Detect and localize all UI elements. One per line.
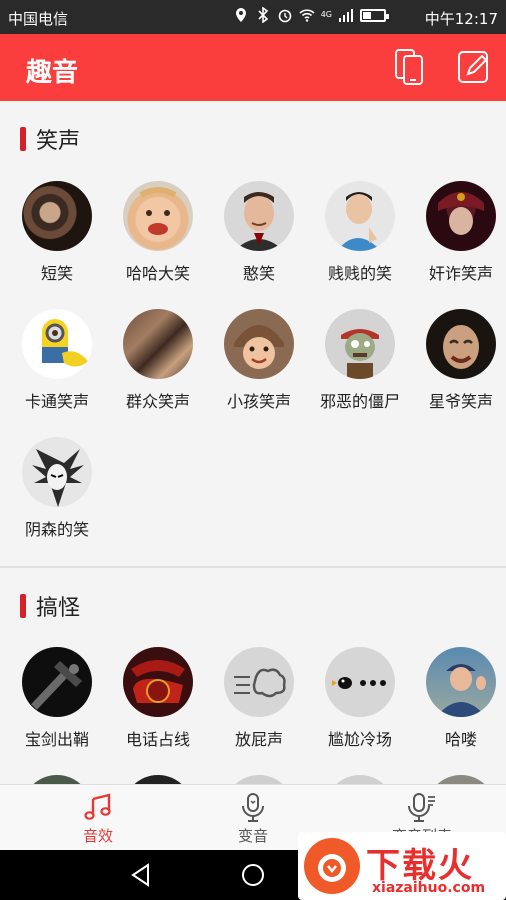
sound-item-evil-zombie[interactable]: 邪恶的僵尸 xyxy=(312,309,408,412)
sound-item-label: 奸诈笑声 xyxy=(428,264,493,283)
sound-item-label: 邪恶的僵尸 xyxy=(319,392,400,411)
sound-item-partial[interactable] xyxy=(413,775,506,784)
sound-item-label: 宝剑出鞘 xyxy=(24,730,89,749)
partial-avatar xyxy=(325,775,395,784)
sound-item-partial[interactable] xyxy=(211,775,307,784)
sound-item-cartoon-laugh[interactable]: 卡通笑声 xyxy=(9,309,105,412)
villain-avatar xyxy=(426,181,496,251)
sound-item-hearty-laugh[interactable]: 哈哈大笑 xyxy=(110,181,206,284)
sound-item-label: 星爷笑声 xyxy=(428,392,493,411)
sound-item-partial[interactable] xyxy=(312,775,408,784)
sound-item-label: 卡通笑声 xyxy=(24,392,89,411)
sound-item-partial[interactable] xyxy=(9,775,105,784)
sound-item-fart[interactable]: 放屁声 xyxy=(211,647,307,750)
sound-item-label: 哈喽 xyxy=(444,730,477,749)
app-bar: 趣音 xyxy=(0,34,506,101)
bluetooth-icon xyxy=(258,7,268,23)
waving-man-avatar xyxy=(426,647,496,717)
sound-item-crowd-laugh[interactable]: 群众笑声 xyxy=(110,309,206,412)
alarm-icon xyxy=(278,9,292,23)
sound-item-label: 哈哈大笑 xyxy=(125,264,190,283)
sound-item-label: 群众笑声 xyxy=(125,392,190,411)
edit-button[interactable] xyxy=(456,48,492,86)
rotary-phone-avatar xyxy=(123,647,193,717)
stephen-chow-avatar xyxy=(426,309,496,379)
sound-item-awkward-silence[interactable]: 尴尬冷场 xyxy=(312,647,408,750)
sound-item-cheeky-laugh[interactable]: 贱贱的笑 xyxy=(312,181,408,284)
partial-avatar xyxy=(224,775,294,784)
sound-item-partial[interactable] xyxy=(110,775,206,784)
partial-avatar xyxy=(426,775,496,784)
sound-item-label: 尴尬冷场 xyxy=(327,730,392,749)
crow-dots-avatar xyxy=(325,647,395,717)
location-icon xyxy=(235,8,246,22)
minion-avatar xyxy=(22,309,92,379)
sound-item-label: 短笑 xyxy=(40,264,73,283)
sound-item-label: 小孩笑声 xyxy=(226,392,291,411)
watermark-url: xiazaihuo.com xyxy=(372,880,486,896)
carrier-label: 中国电信 xyxy=(8,10,69,28)
laughing-baby-avatar xyxy=(123,181,193,251)
section-title: 搞怪 xyxy=(36,596,81,621)
devices-icon xyxy=(395,49,423,85)
sound-item-kid-laugh[interactable]: 小孩笑声 xyxy=(211,309,307,412)
fart-cloud-avatar xyxy=(224,647,294,717)
network-type-label: 4G xyxy=(320,10,332,19)
sound-item-label: 贱贱的笑 xyxy=(327,264,392,283)
music-note-icon xyxy=(84,793,111,820)
section-header-funny: 搞怪 xyxy=(20,591,80,621)
section-divider xyxy=(0,566,506,568)
section-marker xyxy=(20,127,26,151)
wifi-icon xyxy=(299,9,315,22)
sound-item-label: 电话占线 xyxy=(125,730,190,749)
section-title: 笑声 xyxy=(36,129,81,154)
mr-bean-avatar xyxy=(224,181,294,251)
app-title: 趣音 xyxy=(26,58,79,88)
laughing-audience-avatar xyxy=(22,181,92,251)
partial-avatar xyxy=(123,775,193,784)
sound-list[interactable]: 笑声 短笑 哈哈大笑 憨笑 贱贱的笑 奸诈笑声 卡通笑声 群众笑声 小孩笑声 邪… xyxy=(0,101,506,784)
creepy-anime-avatar xyxy=(22,437,92,507)
sound-item-star-laugh[interactable]: 星爷笑声 xyxy=(413,309,506,412)
clock-label: 中午12:17 xyxy=(424,10,498,28)
mic-list-icon xyxy=(408,793,435,822)
home-icon[interactable] xyxy=(238,860,268,890)
section-marker xyxy=(20,594,26,618)
edit-icon xyxy=(458,51,488,83)
child-aviator-avatar xyxy=(224,309,294,379)
sound-item-short-laugh[interactable]: 短笑 xyxy=(9,181,105,284)
watermark: 下载火 xiazaihuo.com xyxy=(298,832,506,900)
battery-icon xyxy=(360,8,389,22)
sound-item-label: 放屁声 xyxy=(234,730,283,749)
sound-item-label: 阴森的笑 xyxy=(24,520,89,539)
smirking-man-avatar xyxy=(325,181,395,251)
sound-item-silly-laugh[interactable]: 憨笑 xyxy=(211,181,307,284)
sound-item-sly-laugh[interactable]: 奸诈笑声 xyxy=(413,181,506,284)
signal-icon xyxy=(339,9,353,22)
sound-item-busy-line[interactable]: 电话占线 xyxy=(110,647,206,750)
devices-button[interactable] xyxy=(392,48,428,86)
back-icon[interactable] xyxy=(126,860,156,890)
crowd-avatar xyxy=(123,309,193,379)
sound-item-creepy-laugh[interactable]: 阴森的笑 xyxy=(9,437,105,540)
tab-effects[interactable]: 音效 xyxy=(14,785,182,851)
sword-avatar xyxy=(22,647,92,717)
sound-item-label: 憨笑 xyxy=(242,264,275,283)
status-bar: 中国电信 4G 中午12:17 xyxy=(0,0,506,34)
zombie-avatar xyxy=(325,309,395,379)
nav-label: 音效 xyxy=(82,827,113,845)
status-icons: 4G xyxy=(233,7,389,23)
partial-avatar xyxy=(22,775,92,784)
section-header-laugh: 笑声 xyxy=(20,124,80,154)
microphone-icon xyxy=(242,793,264,822)
sound-item-sword-draw[interactable]: 宝剑出鞘 xyxy=(9,647,105,750)
flame-logo-icon xyxy=(304,838,360,894)
sound-item-hello[interactable]: 哈喽 xyxy=(413,647,506,750)
